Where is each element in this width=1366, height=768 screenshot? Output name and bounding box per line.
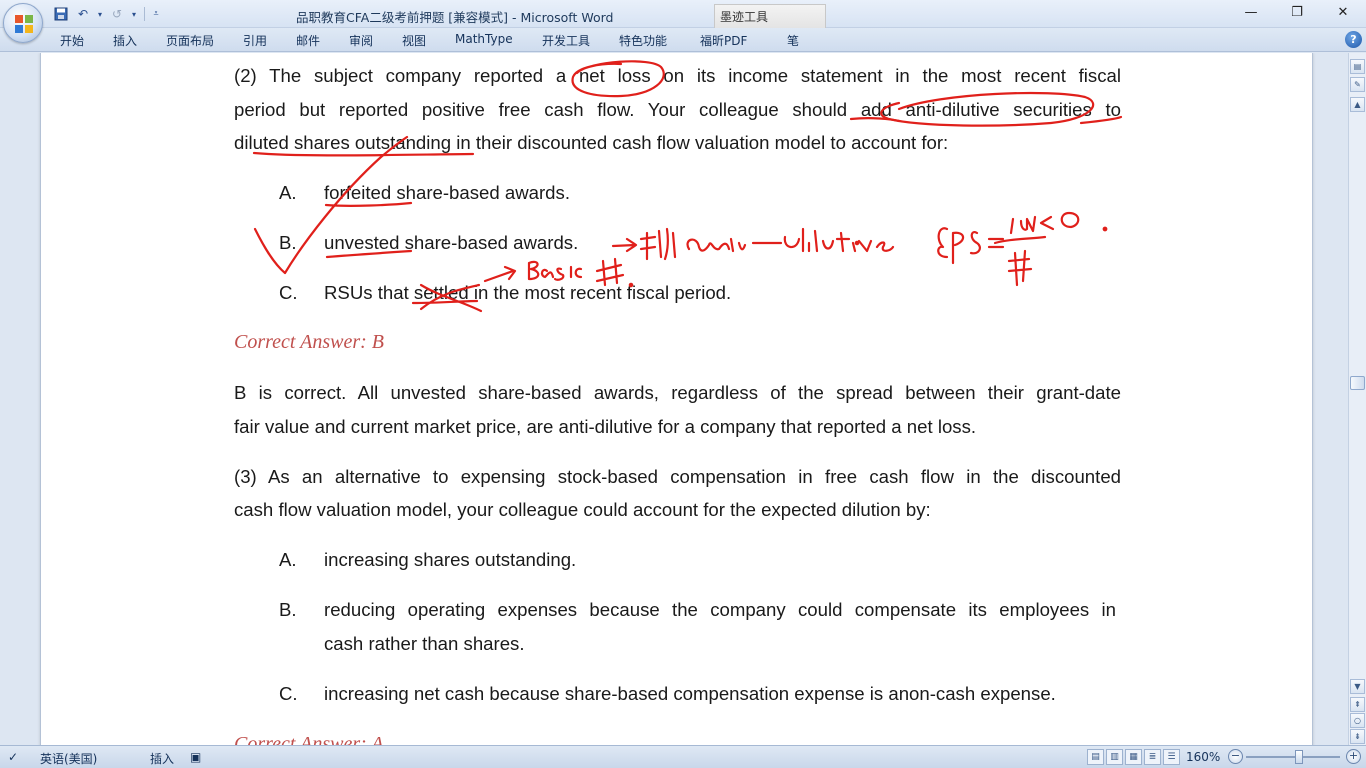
q3-option-c-text: increasing net cash because share-based … <box>324 683 1056 704</box>
tab-page-layout[interactable]: 页面布局 <box>166 32 214 49</box>
zoom-level[interactable]: 160% <box>1186 750 1220 764</box>
tab-developer[interactable]: 开发工具 <box>542 32 590 49</box>
tab-home[interactable]: 开始 <box>60 32 84 49</box>
language-indicator[interactable]: 英语(美国) <box>40 750 97 767</box>
q2-option-b-text: unvested share-based awards. <box>324 232 579 253</box>
print-layout-view-icon[interactable]: ▤ <box>1087 749 1104 765</box>
question-2-line-3: diluted shares outstanding in their disc… <box>234 132 949 153</box>
zoom-in-icon[interactable]: + <box>1346 749 1361 764</box>
q3-option-c-letter: C. <box>279 683 298 704</box>
tab-special-features[interactable]: 特色功能 <box>619 32 667 49</box>
tab-review[interactable]: 审阅 <box>349 32 373 49</box>
q2-option-b-letter: B. <box>279 232 297 253</box>
ink-arrow-c <box>483 265 517 283</box>
window-controls: — ❐ ✕ <box>1228 0 1366 24</box>
ink-arrow-b <box>611 237 638 253</box>
customize-toolbar-icon[interactable]: ⩡ <box>151 5 161 23</box>
q2-explanation-line-1: B is correct. All unvested share-based a… <box>234 382 1121 403</box>
tab-mathtype[interactable]: MathType <box>455 32 513 46</box>
q3-option-a-letter: A. <box>279 549 297 570</box>
zoom-slider[interactable] <box>1246 756 1340 758</box>
redo-dropdown-icon[interactable]: ▾ <box>130 5 138 23</box>
office-logo-icon <box>15 15 33 33</box>
q2-option-c-text: RSUs that settled in the most recent fis… <box>324 282 732 303</box>
ribbon-tab-bar: 开始 插入 页面布局 引用 邮件 审阅 视图 MathType 开发工具 特色功… <box>0 28 1366 52</box>
q2-option-c-letter: C. <box>279 282 298 303</box>
full-screen-reading-view-icon[interactable]: ▥ <box>1106 749 1123 765</box>
document-area[interactable]: (2) The subject company reported a net l… <box>0 53 1348 745</box>
redo-icon[interactable]: ↺ <box>108 5 126 23</box>
zoom-out-icon[interactable]: − <box>1228 749 1243 764</box>
ink-dot-b <box>854 240 860 246</box>
question-3-line-2: cash flow valuation model, your colleagu… <box>234 499 931 520</box>
ink-tools-context-tab[interactable]: 墨迹工具 <box>714 4 826 28</box>
tab-mailings[interactable]: 邮件 <box>296 32 320 49</box>
ink-dot-eps <box>1102 226 1108 232</box>
scroll-down-icon[interactable]: ▼ <box>1350 679 1365 694</box>
q3-option-b-text: reducing operating expenses because the … <box>324 599 1116 620</box>
tab-view[interactable]: 视图 <box>402 32 426 49</box>
q3-option-b-letter: B. <box>279 599 297 620</box>
q2-option-a-letter: A. <box>279 182 297 203</box>
q2-option-a-text: forfeited share-based awards. <box>324 182 570 203</box>
scrollbar-thumb[interactable] <box>1350 376 1365 390</box>
next-page-icon[interactable]: ⇟ <box>1350 729 1365 744</box>
vertical-scrollbar[interactable]: ▤ ✎ ▲ ▼ ⇞ ○ ⇟ <box>1348 53 1366 745</box>
ink-eps-equals <box>987 237 1005 249</box>
ink-eps-numerator <box>1009 215 1037 235</box>
draft-view-icon[interactable]: ☰ <box>1163 749 1180 765</box>
help-icon[interactable]: ? <box>1345 31 1362 48</box>
minimize-icon[interactable]: — <box>1228 0 1274 24</box>
q3-correct-answer: Correct Answer: A <box>234 733 384 745</box>
ink-eps-letters <box>937 227 981 265</box>
zoom-slider-thumb[interactable] <box>1295 750 1303 764</box>
scroll-up-icon[interactable]: ▲ <box>1350 97 1365 112</box>
pen-mode-icon[interactable]: ✎ <box>1350 77 1365 92</box>
ink-note-b-character <box>639 227 677 261</box>
question-2-line-1: (2) The subject company reported a net l… <box>234 65 1121 86</box>
q2-correct-answer: Correct Answer: B <box>234 331 384 353</box>
tab-references[interactable]: 引用 <box>243 32 267 49</box>
question-2-line-2: period but reported positive free cash f… <box>234 99 1121 120</box>
web-layout-view-icon[interactable]: ▦ <box>1125 749 1142 765</box>
ink-eps-less-than <box>1039 215 1055 231</box>
insert-mode-indicator[interactable]: 插入 <box>150 750 174 767</box>
status-bar: ✓ 英语(美国) 插入 ▣ ▤ ▥ ▦ ≣ ☰ 160% − + <box>0 745 1366 768</box>
window-title: 品职教育CFA二级考前押题 [兼容模式] - Microsoft Word <box>296 10 614 25</box>
spelling-check-icon[interactable]: ✓ <box>8 750 18 764</box>
restore-icon[interactable]: ❐ <box>1274 0 1320 24</box>
tab-foxit-pdf[interactable]: 福昕PDF <box>700 32 747 49</box>
ink-eps-zero <box>1060 211 1080 229</box>
office-button[interactable] <box>3 3 43 43</box>
undo-icon[interactable]: ↶ <box>74 5 92 23</box>
previous-page-icon[interactable]: ⇞ <box>1350 697 1365 712</box>
quick-access-toolbar: ↶ ▾ ↺ ▾ ⩡ <box>48 4 161 24</box>
document-page[interactable]: (2) The subject company reported a net l… <box>40 53 1313 745</box>
ink-note-b-text <box>686 227 895 253</box>
q3-option-a-text: increasing shares outstanding. <box>324 549 577 570</box>
close-icon[interactable]: ✕ <box>1320 0 1366 24</box>
save-icon[interactable] <box>52 5 70 23</box>
q2-explanation-line-2: fair value and current market price, are… <box>234 416 977 437</box>
ink-eps-fraction-bar <box>993 235 1047 245</box>
outline-view-icon[interactable]: ≣ <box>1144 749 1161 765</box>
question-3-line-1: (3) As an alternative to expensing stock… <box>234 466 1121 487</box>
tab-insert[interactable]: 插入 <box>113 32 137 49</box>
ink-eps-hash <box>1007 249 1033 287</box>
select-browse-object-icon[interactable]: ○ <box>1350 713 1365 728</box>
ruler-toggle-icon[interactable]: ▤ <box>1350 59 1365 74</box>
undo-dropdown-icon[interactable]: ▾ <box>96 5 104 23</box>
toolbar-divider <box>144 7 145 21</box>
title-bar: ↶ ▾ ↺ ▾ ⩡ 品职教育CFA二级考前押题 [兼容模式] - Microso… <box>0 0 1366 28</box>
q3-option-b-text-continued: cash rather than shares. <box>324 633 525 654</box>
tab-pen[interactable]: 笔 <box>787 32 799 49</box>
macro-record-icon[interactable]: ▣ <box>190 750 201 764</box>
